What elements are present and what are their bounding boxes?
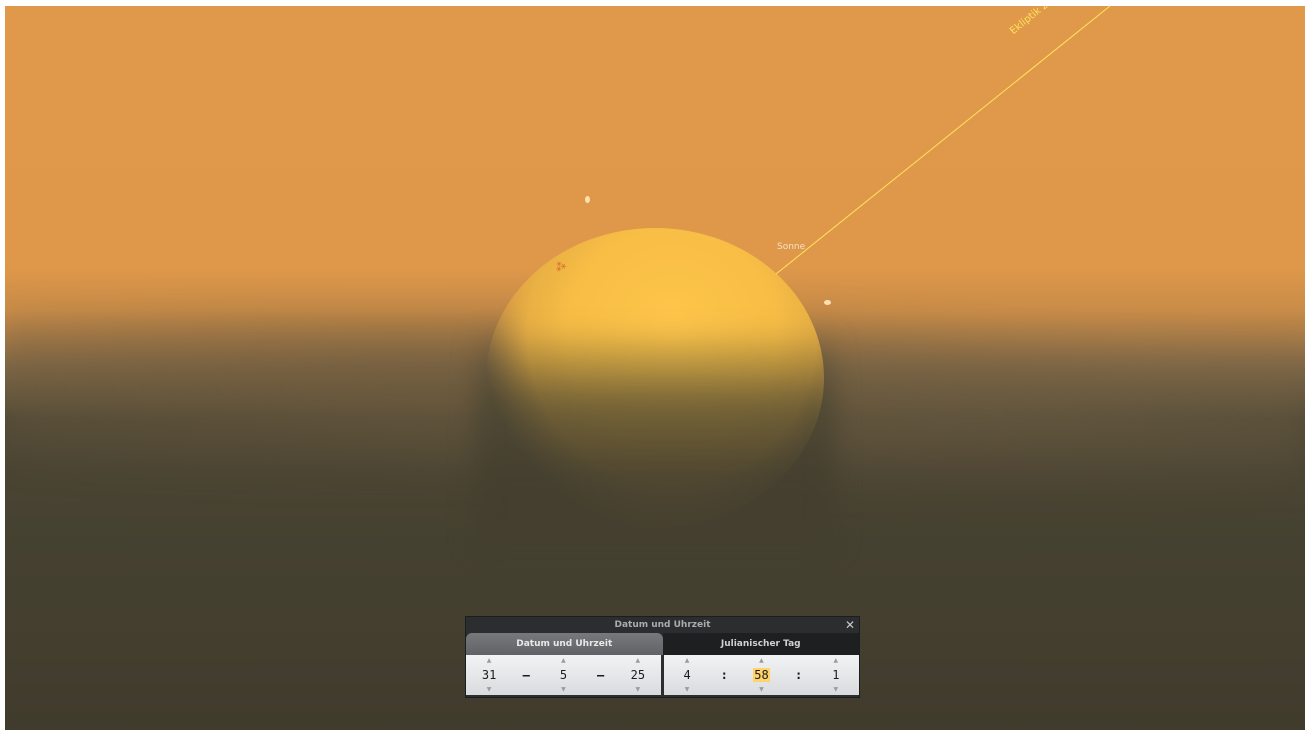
minute-spinbox[interactable]: ▲ 58 ▼ xyxy=(747,655,775,695)
second-spinbox[interactable]: ▲ 1 ▼ xyxy=(822,655,850,695)
date-separator: – xyxy=(597,668,605,682)
arrow-up-icon[interactable]: ▲ xyxy=(822,657,850,664)
tab-julian-day[interactable]: Julianischer Tag xyxy=(662,633,859,655)
time-fields: ▲ 4 ▼ : ▲ 58 ▼ : ▲ 1 ▼ xyxy=(664,655,859,695)
arrow-down-icon[interactable]: ▼ xyxy=(624,686,652,693)
arrow-down-icon[interactable]: ▼ xyxy=(747,686,775,693)
date-time-dialog: Datum und Uhrzeit ✕ Datum und Uhrzeit Ju… xyxy=(465,616,860,698)
minute-value-text: 58 xyxy=(753,668,770,682)
arrow-down-icon[interactable]: ▼ xyxy=(822,686,850,693)
day-value[interactable]: 31 xyxy=(475,668,503,682)
time-separator: : xyxy=(795,668,803,682)
day-spinbox[interactable]: ▲ 31 ▼ xyxy=(475,655,503,695)
arrow-up-icon[interactable]: ▲ xyxy=(475,657,503,664)
arrow-up-icon[interactable]: ▲ xyxy=(673,657,701,664)
month-value[interactable]: 5 xyxy=(549,668,577,682)
sun-label[interactable]: Sonne xyxy=(777,242,805,252)
dialog-title-bar[interactable]: Datum und Uhrzeit ✕ xyxy=(466,617,859,633)
month-spinbox[interactable]: ▲ 5 ▼ xyxy=(549,655,577,695)
arrow-down-icon[interactable]: ▼ xyxy=(475,686,503,693)
close-icon[interactable]: ✕ xyxy=(843,617,857,633)
year-spinbox[interactable]: ▲ 25 ▼ xyxy=(624,655,652,695)
arrow-up-icon[interactable]: ▲ xyxy=(549,657,577,664)
arrow-up-icon[interactable]: ▲ xyxy=(747,657,775,664)
date-fields: ▲ 31 ▼ – ▲ 5 ▼ – ▲ 25 ▼ xyxy=(466,655,664,695)
arrow-down-icon[interactable]: ▼ xyxy=(549,686,577,693)
year-value[interactable]: 25 xyxy=(624,668,652,682)
hour-value[interactable]: 4 xyxy=(673,668,701,682)
hour-spinbox[interactable]: ▲ 4 ▼ xyxy=(673,655,701,695)
date-separator: – xyxy=(522,668,530,682)
time-separator: : xyxy=(720,668,728,682)
tab-date-time[interactable]: Datum und Uhrzeit xyxy=(466,633,663,655)
arrow-up-icon[interactable]: ▲ xyxy=(624,657,652,664)
dialog-title: Datum und Uhrzeit xyxy=(614,620,711,630)
arrow-down-icon[interactable]: ▼ xyxy=(673,686,701,693)
second-value[interactable]: 1 xyxy=(822,668,850,682)
dialog-tabs: Datum und Uhrzeit Julianischer Tag xyxy=(466,633,859,655)
minute-value[interactable]: 58 xyxy=(747,668,775,682)
